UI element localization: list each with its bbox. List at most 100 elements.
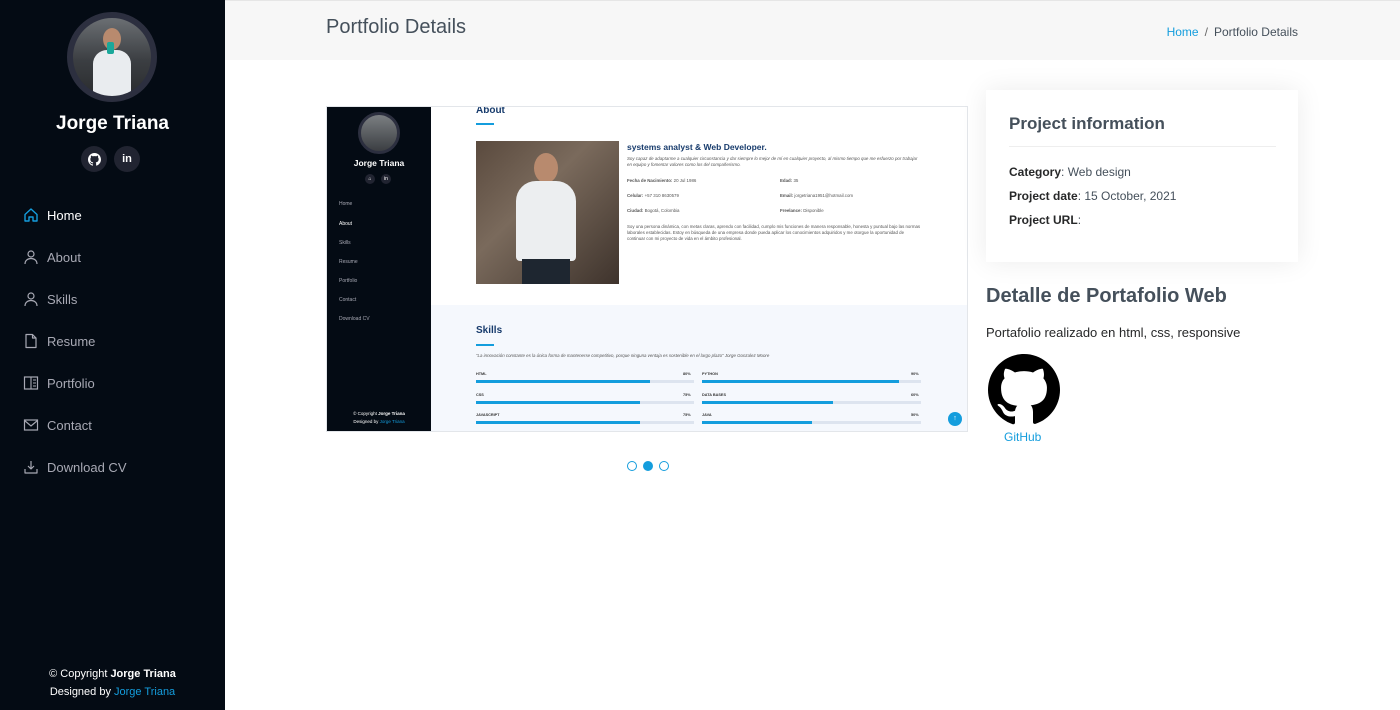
nav-home[interactable]: Home	[23, 205, 82, 225]
nav-portfolio[interactable]: Portfolio	[23, 373, 95, 393]
nav-label: Download CV	[47, 459, 127, 475]
mini-skill-percent: 75%	[683, 413, 691, 417]
mini-fact: Freelance: Disponible	[780, 208, 824, 213]
nav-label: Skills	[47, 291, 78, 307]
mini-role-title: systems analyst & Web Developer.	[627, 142, 767, 152]
slider-pagination	[627, 461, 669, 471]
mini-back-to-top-icon: ↑	[948, 412, 962, 426]
sidebar-footer: © Copyright Jorge Triana Designed by Jor…	[49, 668, 176, 698]
mini-footer: © Copyright Jorge Triana Designed by Jor…	[353, 411, 405, 424]
designer-link[interactable]: Jorge Triana	[114, 686, 175, 698]
mini-skill-bar	[702, 401, 921, 404]
book-icon	[23, 376, 39, 390]
copyright-name: Jorge Triana	[110, 668, 176, 680]
mini-nav-item: Portfolio	[339, 278, 358, 284]
breadcrumbs-bar: Portfolio Details Home / Portfolio Details	[225, 0, 1400, 60]
breadcrumb-current: Portfolio Details	[1213, 25, 1298, 39]
divider	[1009, 146, 1276, 147]
breadcrumb-home-link[interactable]: Home	[1167, 25, 1199, 39]
mini-nav-item: About	[339, 221, 353, 227]
mini-nav-item: Resume	[339, 259, 358, 265]
mini-nav-item: Contact	[339, 297, 357, 303]
nav-label: Resume	[47, 333, 96, 349]
mini-profile-name: Jorge Triana	[353, 158, 405, 168]
avatar	[67, 12, 157, 102]
nav-label: Home	[47, 207, 82, 223]
mini-fact: Celular: +57 310 8630579	[627, 193, 679, 198]
mini-nav-item: Home	[339, 201, 353, 207]
mini-title-underline	[476, 123, 494, 125]
github-icon	[87, 152, 101, 166]
mini-skills-quote: "La innovación constante es la única for…	[476, 353, 770, 358]
sidebar: Jorge Triana in Home About Skills Resume…	[0, 0, 225, 710]
nav-about[interactable]: About	[23, 247, 81, 267]
github-logo-link[interactable]	[988, 354, 1060, 426]
mini-skill-percent: 90%	[911, 372, 919, 376]
mini-skill-bar	[476, 421, 694, 424]
nav-download-cv[interactable]: Download CV	[23, 457, 127, 477]
project-info-title: Project information	[1009, 114, 1165, 133]
github-link[interactable]: GitHub	[1004, 430, 1041, 444]
mini-skill-percent: 50%	[911, 413, 919, 417]
mini-about-title: About	[476, 106, 505, 116]
mini-fact: Edad: 35	[780, 178, 799, 183]
linkedin-social-button[interactable]: in	[114, 146, 140, 172]
person-icon	[24, 250, 38, 265]
mini-skill-percent: 80%	[683, 372, 691, 376]
nav-contact[interactable]: Contact	[23, 415, 92, 435]
mini-skill-name: HTML	[476, 372, 487, 376]
mini-fact: Email: jorgetriana1951@hotmail.com	[780, 193, 854, 198]
slider-dot-active[interactable]	[643, 461, 653, 471]
portfolio-description-text: Portafolio realizado en html, css, respo…	[986, 325, 1241, 340]
mini-skill-name: JAVASCRIPT	[476, 413, 500, 417]
mini-sidebar: Jorge Triana ⌂ in Home About Skills Resu…	[327, 107, 431, 431]
mini-nav-item: Download CV	[339, 316, 370, 322]
mini-skill-name: PYTHON	[702, 372, 718, 376]
project-info-card: Project information Category: Web design…	[986, 90, 1298, 262]
download-icon	[24, 461, 38, 474]
profile-name: Jorge Triana	[56, 113, 169, 134]
nav-label: About	[47, 249, 81, 265]
project-date: Project date: 15 October, 2021	[1009, 189, 1177, 203]
mini-avatar	[358, 112, 400, 154]
mini-skill-bar	[702, 380, 921, 383]
nav-resume[interactable]: Resume	[23, 331, 95, 351]
mini-skill-name: JAVA	[702, 413, 712, 417]
mini-skill-bar	[476, 380, 694, 383]
mini-linkedin-icon: in	[381, 174, 391, 184]
mini-skill-name: CSS	[476, 393, 484, 397]
person-icon	[24, 292, 38, 307]
mini-profile-photo	[476, 141, 619, 284]
slider-dot[interactable]	[627, 461, 637, 471]
project-url: Project URL:	[1009, 213, 1082, 227]
mini-title-underline	[476, 344, 494, 346]
github-octocat-icon	[988, 354, 1060, 426]
mini-skill-percent: 75%	[683, 393, 691, 397]
mini-fact: Fecha de Nacimiento: 20 Jul 1986	[627, 178, 697, 183]
portfolio-slide-image: Jorge Triana ⌂ in Home About Skills Resu…	[326, 106, 968, 432]
portfolio-description-title: Detalle de Portafolio Web	[986, 285, 1227, 307]
nav-skills[interactable]: Skills	[23, 289, 77, 309]
mini-skill-name: DATA BASES	[702, 393, 726, 397]
mini-skills-title: Skills	[476, 325, 503, 336]
mini-nav-item: Skills	[339, 240, 351, 246]
nav-label: Portfolio	[47, 375, 95, 391]
mini-skills-section	[431, 305, 967, 431]
breadcrumb: Home / Portfolio Details	[1166, 25, 1298, 39]
mini-bio-text: Soy una persona dinámica, con metas clar…	[627, 224, 921, 241]
mini-skill-bar	[702, 421, 921, 424]
mini-skill-percent: 60%	[911, 393, 919, 397]
slider-dot[interactable]	[659, 461, 669, 471]
envelope-icon	[23, 419, 39, 431]
mini-intro-text: Soy capaz de adaptarme a cualquier circu…	[627, 156, 918, 167]
file-icon	[25, 333, 37, 349]
page-title: Portfolio Details	[326, 16, 467, 38]
nav-label: Contact	[47, 417, 92, 433]
mini-skill-bar	[476, 401, 694, 404]
mini-github-icon: ⌂	[365, 174, 375, 184]
project-category: Category: Web design	[1009, 165, 1131, 179]
home-icon	[24, 208, 38, 222]
linkedin-icon: in	[122, 153, 132, 165]
mini-fact: Ciudad: Bogotá, Colombia	[627, 208, 680, 213]
github-social-button[interactable]	[81, 146, 107, 172]
